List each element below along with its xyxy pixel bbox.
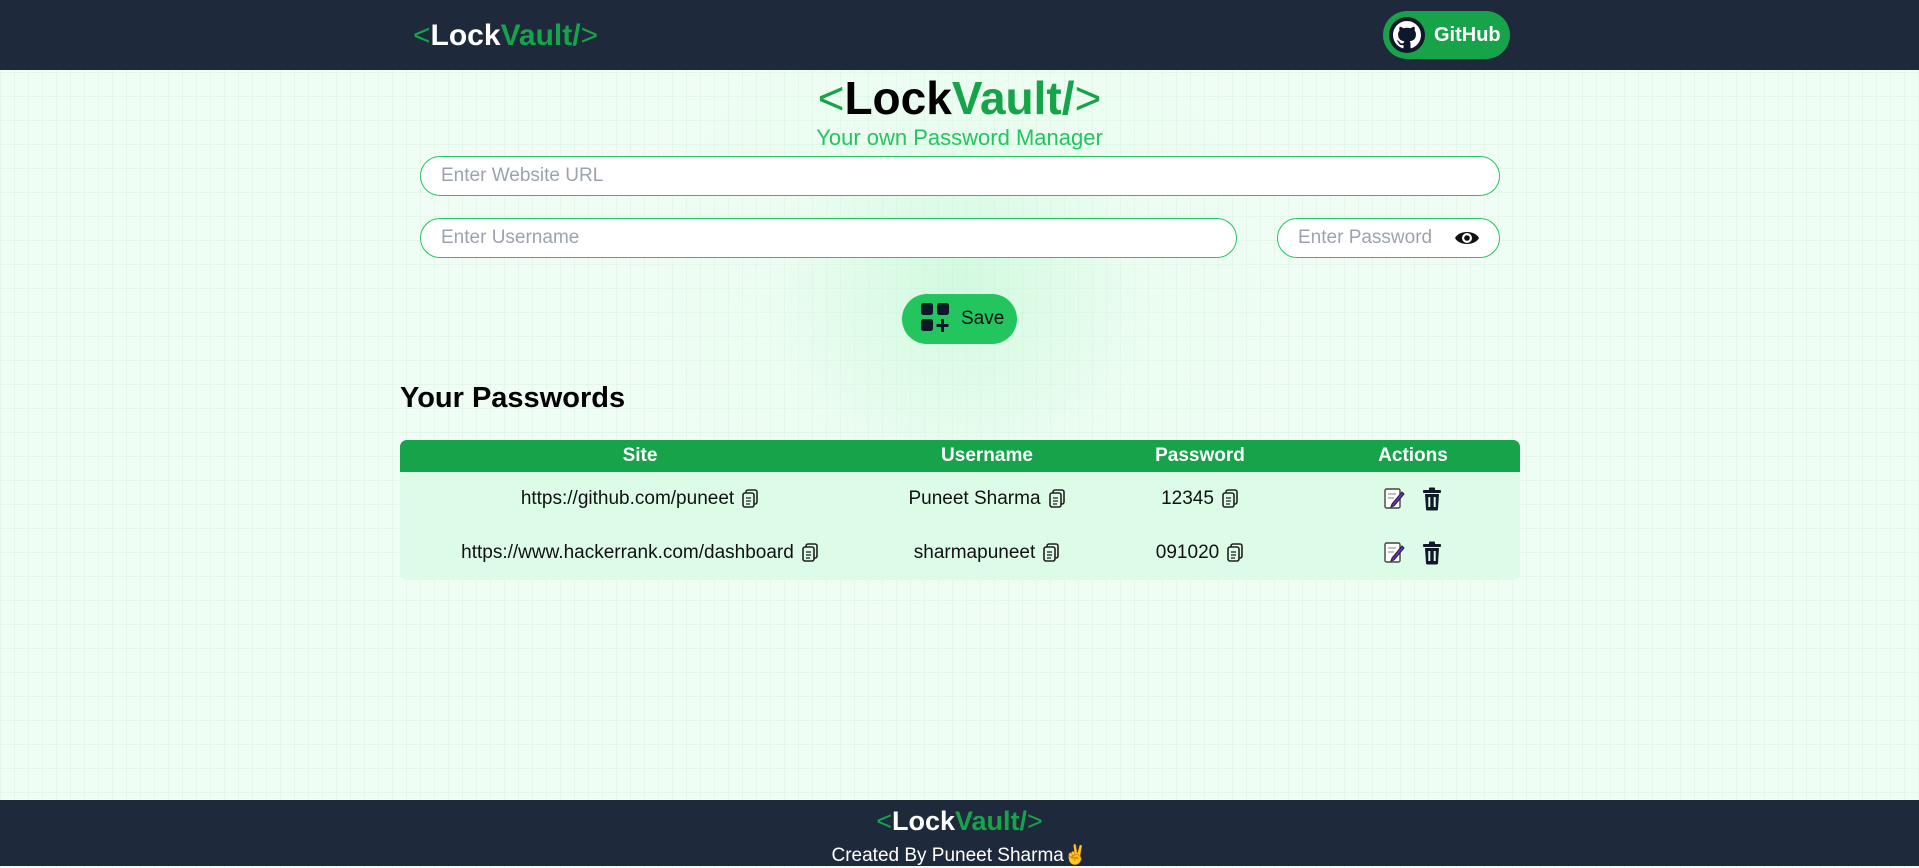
logo-bracket-open: < (817, 72, 845, 124)
copy-icon[interactable] (741, 489, 759, 509)
footer-logo: <LockVault/> (0, 804, 1919, 838)
logo-bracket-close: > (1027, 806, 1043, 836)
copy-icon[interactable] (1226, 543, 1244, 563)
table-header: Site Username Password Actions (400, 440, 1520, 472)
actions-cell (1306, 487, 1520, 511)
logo-lock-text: Lock (844, 72, 952, 124)
logo-vault-text: Vault/ (951, 72, 1075, 124)
logo-lock-text: Lock (430, 19, 501, 52)
column-username: Username (941, 445, 1033, 466)
password-text[interactable]: 091020 (1156, 542, 1219, 564)
github-button[interactable]: GitHub (1383, 11, 1510, 59)
column-site: Site (622, 445, 658, 466)
nav-logo[interactable]: <LockVault/> (413, 16, 598, 56)
passwords-heading: Your Passwords (400, 382, 626, 414)
copy-icon[interactable] (1048, 489, 1066, 509)
hero-logo: <LockVault/> (0, 72, 1919, 124)
credit-text: Created By Puneet Sharma (831, 845, 1064, 866)
copy-icon[interactable] (1221, 489, 1239, 509)
add-square-icon (921, 302, 951, 336)
eye-icon[interactable] (1454, 227, 1480, 249)
site-cell: https://github.com/puneet (400, 488, 880, 510)
footer: <LockVault/> Created By Puneet Sharma✌️ (0, 800, 1919, 866)
github-icon (1389, 17, 1425, 53)
username-input[interactable] (420, 218, 1237, 258)
column-password: Password (1155, 445, 1245, 466)
table-row: https://www.hackerrank.com/dashboard sha… (400, 526, 1520, 580)
username-cell: sharmapuneet (880, 542, 1094, 564)
logo-bracket-close: > (1074, 72, 1102, 124)
actions-cell (1306, 541, 1520, 565)
save-button[interactable]: Save (902, 294, 1017, 344)
github-label: GitHub (1434, 23, 1501, 46)
logo-vault-text: Vault/ (955, 806, 1028, 836)
passwords-table: Site Username Password Actions https://g… (400, 440, 1520, 580)
table-body: https://github.com/puneet Puneet Sharma … (400, 472, 1520, 580)
save-label: Save (961, 308, 1005, 329)
copy-icon[interactable] (801, 543, 819, 563)
hero-subtitle: Your own Password Manager (816, 125, 1103, 150)
victory-hand-icon: ✌️ (1063, 845, 1088, 866)
logo-bracket-open: < (413, 19, 431, 52)
trash-icon[interactable] (1421, 487, 1443, 511)
site-cell: https://www.hackerrank.com/dashboard (400, 542, 880, 564)
password-cell: 12345 (1094, 488, 1306, 510)
logo-bracket-close: > (580, 19, 599, 52)
website-url-input[interactable] (420, 156, 1500, 196)
trash-icon[interactable] (1421, 541, 1443, 565)
username-text[interactable]: Puneet Sharma (908, 488, 1040, 510)
table-row: https://github.com/puneet Puneet Sharma … (400, 472, 1520, 526)
footer-credit: Created By Puneet Sharma✌️ (0, 844, 1919, 868)
password-cell: 091020 (1094, 542, 1306, 564)
logo-vault-text: Vault/ (500, 19, 581, 52)
site-text[interactable]: https://github.com/puneet (521, 488, 734, 510)
copy-icon[interactable] (1042, 543, 1060, 563)
site-text[interactable]: https://www.hackerrank.com/dashboard (461, 542, 794, 564)
logo-bracket-open: < (876, 806, 892, 836)
username-text[interactable]: sharmapuneet (914, 542, 1035, 564)
navbar: <LockVault/> GitHub (0, 0, 1919, 70)
password-field-wrapper (1277, 218, 1500, 258)
username-cell: Puneet Sharma (880, 488, 1094, 510)
column-actions: Actions (1378, 445, 1448, 466)
logo-lock-text: Lock (891, 806, 955, 836)
edit-icon[interactable] (1383, 541, 1405, 565)
password-text[interactable]: 12345 (1161, 488, 1214, 510)
edit-icon[interactable] (1383, 487, 1405, 511)
